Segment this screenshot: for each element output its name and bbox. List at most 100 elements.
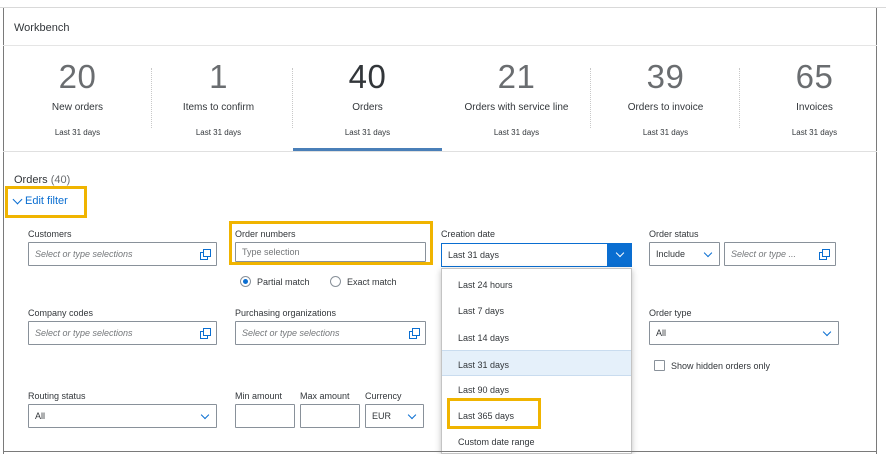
chevron-down-icon	[703, 248, 713, 258]
customers-input[interactable]: Select or type selections	[28, 242, 217, 266]
tile-period: Last 31 days	[493, 128, 540, 137]
tile-period: Last 31 days	[344, 128, 391, 137]
creation-date-value: Last 31 days	[448, 250, 500, 260]
partial-match-radio[interactable]: Partial match	[240, 276, 310, 287]
order-type-label: Order type	[649, 308, 692, 318]
kpi-tiles: 20 New orders Last 31 days 1 Items to co…	[3, 46, 877, 152]
order-status-placeholder: Select or type ...	[731, 249, 797, 259]
value-help-icon[interactable]	[200, 249, 211, 260]
date-option-last-31-days[interactable]: Last 31 days	[442, 350, 631, 376]
radio-unselected-icon	[330, 276, 341, 287]
show-hidden-orders-checkbox[interactable]: Show hidden orders only	[654, 360, 770, 371]
frame-bottom-border	[3, 451, 877, 452]
tile-orders-with-service-line[interactable]: 21 Orders with service line Last 31 days	[442, 46, 591, 152]
tile-label: Items to confirm	[182, 102, 255, 113]
min-amount-label: Min amount	[235, 391, 283, 401]
chevron-down-icon	[200, 410, 210, 420]
purchasing-orgs-input[interactable]: Select or type selections	[235, 321, 426, 345]
date-option-label: Last 31 days	[458, 360, 510, 370]
purchasing-orgs-label: Purchasing organizations	[235, 308, 337, 318]
routing-status-select[interactable]: All	[28, 404, 217, 428]
partial-match-label: Partial match	[257, 276, 310, 287]
routing-status-value: All	[35, 411, 46, 421]
tile-items-to-confirm[interactable]: 1 Items to confirm Last 31 days	[144, 46, 293, 152]
chevron-down-icon	[615, 248, 625, 258]
tile-period: Last 31 days	[642, 128, 689, 137]
orders-count: (40)	[50, 174, 71, 186]
order-status-mode-value: Include	[656, 249, 686, 259]
tile-label: Invoices	[796, 102, 833, 113]
tile-new-orders[interactable]: 20 New orders Last 31 days	[3, 46, 152, 152]
tile-period: Last 31 days	[54, 128, 101, 137]
tile-count: 20	[58, 58, 97, 95]
currency-label: Currency	[365, 391, 402, 401]
company-codes-placeholder: Select or type selections	[35, 328, 133, 338]
tile-orders-to-invoice[interactable]: 39 Orders to invoice Last 31 days	[591, 46, 740, 152]
order-status-input[interactable]: Select or type ...	[724, 242, 836, 266]
creation-date-select[interactable]: Last 31 days	[441, 243, 632, 267]
order-numbers-placeholder: Type selection	[242, 247, 300, 257]
order-numbers-label: Order numbers	[235, 229, 296, 239]
date-option-label: Last 14 days	[458, 333, 510, 343]
tile-count: 65	[795, 58, 834, 95]
tile-invoices[interactable]: 65 Invoices Last 31 days	[740, 46, 886, 152]
order-numbers-input[interactable]: Type selection	[235, 242, 426, 262]
tile-label: New orders	[51, 102, 104, 113]
chevron-down-icon	[407, 410, 417, 420]
customers-label: Customers	[28, 229, 72, 239]
order-status-label: Order status	[649, 229, 699, 239]
radio-selected-icon	[240, 276, 251, 287]
page-title: Workbench	[14, 22, 70, 34]
tile-count: 1	[209, 58, 228, 95]
routing-status-label: Routing status	[28, 391, 86, 401]
tile-period: Last 31 days	[195, 128, 242, 137]
top-strip	[0, 0, 886, 8]
date-option-label: Last 7 days	[458, 306, 505, 316]
company-codes-input[interactable]: Select or type selections	[28, 321, 217, 345]
company-codes-label: Company codes	[28, 308, 94, 318]
customers-placeholder: Select or type selections	[35, 249, 133, 259]
date-option-label: Last 90 days	[458, 385, 510, 395]
tile-period: Last 31 days	[791, 128, 838, 137]
tile-count: 21	[497, 58, 536, 95]
chevron-down-icon	[822, 327, 832, 337]
purchasing-orgs-placeholder: Select or type selections	[242, 328, 340, 338]
orders-title-text: Orders	[14, 174, 48, 186]
chevron-down-icon	[12, 194, 23, 204]
value-help-icon[interactable]	[200, 328, 211, 339]
date-option-last-14-days[interactable]: Last 14 days	[442, 324, 631, 350]
value-help-icon[interactable]	[409, 328, 420, 339]
min-amount-input[interactable]	[235, 404, 295, 428]
creation-date-dropdown-button[interactable]	[607, 244, 631, 266]
order-type-value: All	[656, 328, 667, 338]
max-amount-label: Max amount	[300, 391, 350, 401]
checkbox-icon	[654, 360, 665, 371]
show-hidden-orders-label: Show hidden orders only	[671, 360, 771, 371]
value-help-icon[interactable]	[819, 249, 830, 260]
edit-filter-highlight: Edit filter	[5, 186, 87, 218]
date-option-label: Last 24 hours	[458, 280, 513, 290]
tile-label: Orders with service line	[464, 102, 569, 113]
tile-label: Orders to invoice	[627, 102, 704, 113]
date-option-last-7-days[interactable]: Last 7 days	[442, 297, 631, 323]
currency-value: EUR	[372, 411, 392, 421]
tile-active-indicator	[293, 148, 442, 151]
tile-count: 40	[348, 58, 387, 95]
tile-label: Orders	[352, 102, 383, 113]
edit-filter-toggle[interactable]: Edit filter	[12, 194, 68, 207]
max-amount-input[interactable]	[300, 404, 360, 428]
tile-count: 39	[646, 58, 685, 95]
order-type-select[interactable]: All	[649, 321, 839, 345]
workbench-header: Workbench	[3, 8, 877, 46]
date-option-last-24-hours[interactable]: Last 24 hours	[442, 271, 631, 297]
creation-date-label: Creation date	[441, 229, 496, 239]
edit-filter-label: Edit filter	[25, 195, 68, 207]
exact-match-label: Exact match	[347, 276, 397, 287]
currency-select[interactable]: EUR	[365, 404, 424, 428]
date-option-label: Custom date range	[458, 437, 535, 447]
order-status-mode-select[interactable]: Include	[649, 242, 720, 266]
orders-section-title: Orders (40)	[14, 174, 70, 186]
tile-orders[interactable]: 40 Orders Last 31 days	[293, 46, 442, 152]
exact-match-radio[interactable]: Exact match	[330, 276, 397, 287]
last-365-days-highlight	[447, 398, 541, 429]
